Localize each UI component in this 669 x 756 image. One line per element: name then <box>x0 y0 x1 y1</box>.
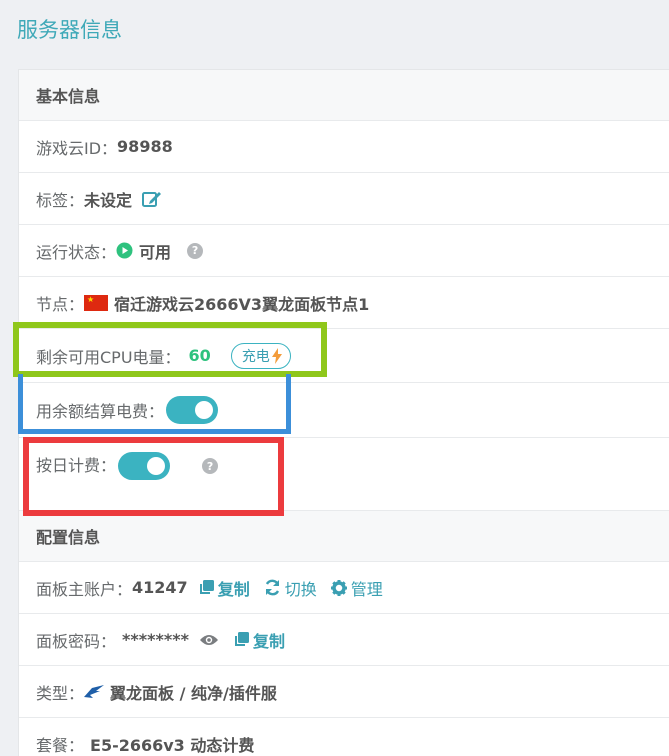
panel-account-row: 面板主账户： 41247 复制 切换 管理 <box>19 562 669 614</box>
play-circle-icon <box>116 242 133 259</box>
game-cloud-id-value: 98988 <box>117 137 173 156</box>
copy-icon <box>233 631 249 648</box>
plan-value: E5-2666v3 动态计费 <box>90 735 255 755</box>
panel-password-value: ******** <box>122 630 189 649</box>
panel-account-label: 面板主账户： <box>36 579 133 599</box>
copy-password-button[interactable]: 复制 <box>233 628 285 652</box>
node-value: 宿迁游戏云2666V3翼龙面板节点1 <box>114 294 370 314</box>
lightning-icon <box>271 347 282 364</box>
game-cloud-id-row: 游戏云ID： 98988 <box>19 121 669 173</box>
daily-billing-toggle[interactable] <box>118 452 171 480</box>
refresh-icon <box>264 579 281 596</box>
switch-account-button[interactable]: 切换 <box>264 576 317 600</box>
help-icon[interactable]: ? <box>187 242 204 259</box>
basic-info-title: 基本信息 <box>36 87 101 106</box>
panel-account-value: 41247 <box>132 578 188 597</box>
cpu-power-row: 剩余可用CPU电量： 60 充电 <box>19 329 669 383</box>
config-info-title: 配置信息 <box>36 528 101 547</box>
charge-button[interactable]: 充电 <box>230 342 291 369</box>
wyvern-logo-icon <box>84 684 105 699</box>
panel-password-label: 面板密码： <box>36 631 117 651</box>
balance-settle-row: 用余额结算电费： <box>19 383 669 438</box>
daily-billing-label: 按日计费： <box>36 456 117 475</box>
eye-icon[interactable] <box>199 633 219 647</box>
tag-value: 未设定 <box>84 190 133 210</box>
tag-row: 标签： 未设定 <box>19 173 669 225</box>
copy-account-label: 复制 <box>217 579 250 599</box>
type-label: 类型： <box>36 683 85 703</box>
copy-icon <box>198 579 214 596</box>
type-value: 翼龙面板 / 纯净/插件服 <box>110 683 277 703</box>
charge-button-label: 充电 <box>241 348 270 365</box>
node-row: 节点： ★ 宿迁游戏云2666V3翼龙面板节点1 <box>19 277 669 329</box>
cpu-power-value: 60 <box>188 346 211 365</box>
game-cloud-id-label: 游戏云ID： <box>36 138 118 158</box>
basic-info-section-header: 基本信息 <box>19 70 669 121</box>
balance-settle-toggle[interactable] <box>166 396 219 424</box>
run-status-row: 运行状态： 可用 ? <box>19 225 669 277</box>
daily-billing-row: 按日计费： ? <box>19 438 669 511</box>
page-title: 服务器信息 <box>17 18 122 42</box>
gear-icon <box>330 579 347 596</box>
config-info-section-header: 配置信息 <box>19 511 669 562</box>
server-info-panel: 基本信息 游戏云ID： 98988 标签： 未设定 运行状态： 可用 ? 节点：… <box>18 69 669 756</box>
plan-label: 套餐： <box>36 735 85 755</box>
copy-password-label: 复制 <box>252 631 285 651</box>
help-icon[interactable]: ? <box>202 458 219 474</box>
switch-account-label: 切换 <box>284 579 317 599</box>
type-row: 类型： 翼龙面板 / 纯净/插件服 <box>19 666 669 718</box>
balance-settle-label: 用余额结算电费： <box>36 402 165 421</box>
manage-account-button[interactable]: 管理 <box>330 576 383 600</box>
tag-label: 标签： <box>36 190 85 210</box>
run-status-label: 运行状态： <box>36 242 117 262</box>
run-status-value: 可用 <box>139 242 172 262</box>
edit-icon[interactable] <box>142 190 162 208</box>
node-label: 节点： <box>36 294 85 314</box>
copy-account-button[interactable]: 复制 <box>198 576 250 600</box>
china-flag-icon: ★ <box>84 294 109 311</box>
cpu-power-label: 剩余可用CPU电量： <box>36 347 181 367</box>
panel-password-row: 面板密码： ******** 复制 <box>19 614 669 666</box>
manage-account-label: 管理 <box>350 579 383 599</box>
plan-row: 套餐： E5-2666v3 动态计费 <box>19 718 669 756</box>
